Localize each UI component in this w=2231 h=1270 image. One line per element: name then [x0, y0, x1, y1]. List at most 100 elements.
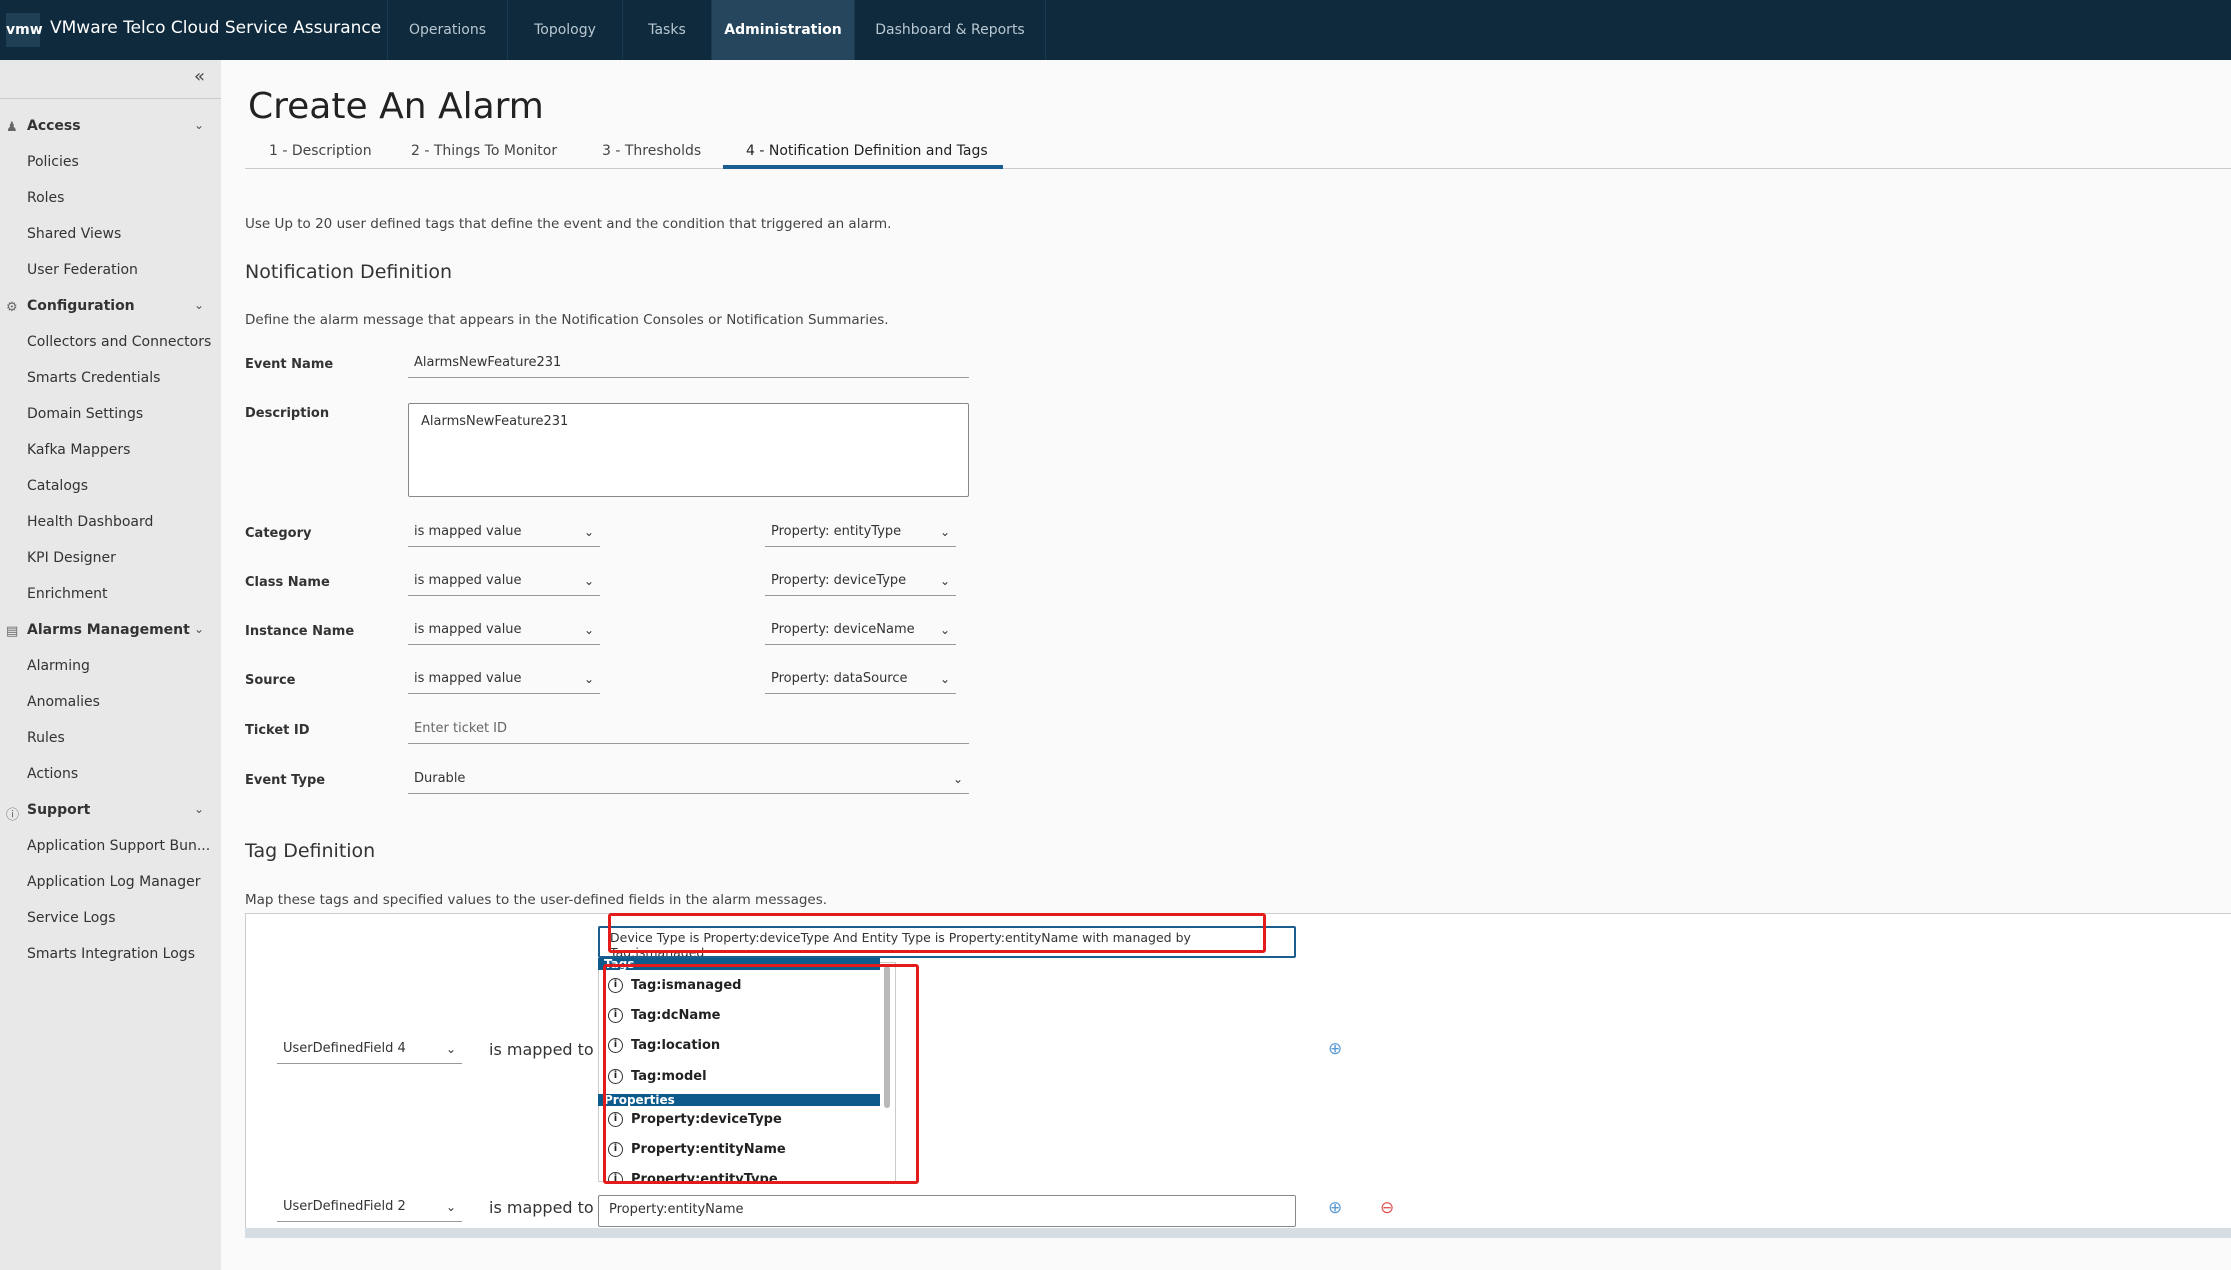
- chevron-down-icon: ⌄: [583, 623, 594, 637]
- sidebar-item[interactable]: KPI Designer: [27, 550, 116, 566]
- mapping-mode-select[interactable]: is mapped value ⌄: [408, 568, 600, 596]
- user-defined-field-select-1[interactable]: UserDefinedField 4 ⌄: [277, 1036, 462, 1064]
- tag-definition-desc: Map these tags and specified values to t…: [245, 892, 828, 908]
- chevron-down-icon[interactable]: ⌄: [194, 802, 204, 816]
- property-value: Property: dataSource: [771, 671, 908, 686]
- property-value: Property: entityType: [771, 524, 902, 539]
- property-select[interactable]: Property: deviceName ⌄: [765, 617, 956, 645]
- ticket-id-label: Ticket ID: [245, 723, 310, 738]
- tag-definition-heading: Tag Definition: [245, 840, 376, 862]
- chevron-down-icon[interactable]: ⌄: [194, 298, 204, 312]
- sidebar-item[interactable]: Enrichment: [27, 586, 108, 602]
- sidebar-item[interactable]: User Federation: [27, 262, 138, 278]
- sidebar-item[interactable]: Smarts Integration Logs: [27, 946, 195, 962]
- sidebar-item[interactable]: Roles: [27, 190, 64, 206]
- property-select[interactable]: Property: deviceType ⌄: [765, 568, 956, 596]
- chevron-down-icon[interactable]: ⌄: [194, 622, 204, 636]
- property-value: Property: deviceName: [771, 622, 915, 637]
- sidebar-item[interactable]: Kafka Mappers: [27, 442, 130, 458]
- event-name-input[interactable]: AlarmsNewFeature231: [408, 350, 969, 378]
- property-select[interactable]: Property: entityType ⌄: [765, 519, 956, 547]
- list-icon: ▤: [6, 624, 19, 639]
- event-type-select[interactable]: Durable ⌄: [408, 766, 969, 794]
- mode-value: is mapped value: [414, 524, 522, 539]
- sidebar-item[interactable]: Alarming: [27, 658, 90, 674]
- sidebar-item[interactable]: Rules: [27, 730, 65, 746]
- mapping-row-label: Instance Name: [245, 624, 355, 639]
- ticket-id-input[interactable]: Enter ticket ID: [408, 716, 969, 744]
- sidebar-item[interactable]: Application Log Manager: [27, 874, 201, 890]
- user-defined-field-select-2[interactable]: UserDefinedField 2 ⌄: [277, 1194, 462, 1222]
- sidebar-item[interactable]: Health Dashboard: [27, 514, 153, 530]
- event-type-label: Event Type: [245, 773, 326, 788]
- mapping-mode-select[interactable]: is mapped value ⌄: [408, 666, 600, 694]
- mode-value: is mapped value: [414, 573, 522, 588]
- collapse-sidebar-icon[interactable]: «: [194, 66, 205, 87]
- chevron-down-icon: ⌄: [939, 525, 950, 539]
- chevron-down-icon: ⌄: [952, 772, 963, 786]
- sidebar-item[interactable]: Service Logs: [27, 910, 116, 926]
- tab-notification-definition[interactable]: 4 - Notification Definition and Tags: [746, 143, 988, 159]
- notification-desc: Define the alarm message that appears in…: [245, 312, 889, 328]
- nav-tasks[interactable]: Tasks: [622, 0, 711, 60]
- sidebar-item[interactable]: Anomalies: [27, 694, 100, 710]
- top-navbar: vmw VMware Telco Cloud Service Assurance…: [0, 0, 2231, 60]
- mapping-mode-select[interactable]: is mapped value ⌄: [408, 519, 600, 547]
- chevron-down-icon: ⌄: [583, 574, 594, 588]
- user-icon: ♟: [6, 120, 18, 135]
- nav-administration[interactable]: Administration: [711, 0, 854, 60]
- notification-heading: Notification Definition: [245, 261, 453, 283]
- sidebar-item[interactable]: Catalogs: [27, 478, 88, 494]
- app-title: VMware Telco Cloud Service Assurance: [50, 18, 382, 38]
- field-value: UserDefinedField 4: [283, 1041, 406, 1056]
- sidebar-item[interactable]: Actions: [27, 766, 78, 782]
- mapping-mode-select[interactable]: is mapped value ⌄: [408, 617, 600, 645]
- mode-value: is mapped value: [414, 622, 522, 637]
- mapping-row-label: Category: [245, 526, 312, 541]
- vmware-logo: vmw: [6, 13, 43, 47]
- sidebar-item[interactable]: Policies: [27, 154, 79, 170]
- help-icon: ⓘ: [6, 808, 20, 823]
- sidebar-item[interactable]: Shared Views: [27, 226, 121, 242]
- field-value: UserDefinedField 2: [283, 1199, 406, 1214]
- nav-dashboard-reports[interactable]: Dashboard & Reports: [854, 0, 1046, 60]
- tab-thresholds[interactable]: 3 - Thresholds: [602, 143, 701, 159]
- chevron-down-icon: ⌄: [939, 623, 950, 637]
- sidebar-item[interactable]: Smarts Credentials: [27, 370, 160, 386]
- page-title: Create An Alarm: [248, 86, 544, 127]
- horizontal-scrollbar[interactable]: [245, 1228, 2231, 1238]
- highlight-box: [603, 964, 919, 1184]
- sidebar-group-2[interactable]: Alarms Management: [27, 622, 190, 638]
- event-name-label: Event Name: [245, 357, 334, 372]
- chevron-down-icon: ⌄: [583, 525, 594, 539]
- description-label: Description: [245, 406, 330, 421]
- add-row-icon[interactable]: ⊕: [1328, 1039, 1342, 1059]
- chevron-down-icon: ⌄: [583, 672, 594, 686]
- highlight-box: [608, 913, 1266, 953]
- description-textarea[interactable]: AlarmsNewFeature231: [408, 403, 969, 497]
- nav-topology[interactable]: Topology: [507, 0, 622, 60]
- is-mapped-to-label: is mapped to: [489, 1198, 594, 1217]
- divider: [0, 98, 221, 99]
- sidebar-group-1[interactable]: Configuration: [27, 298, 135, 314]
- chevron-down-icon: ⌄: [939, 574, 950, 588]
- property-select[interactable]: Property: dataSource ⌄: [765, 666, 956, 694]
- property-value: Property: deviceType: [771, 573, 907, 588]
- mapping-row-label: Class Name: [245, 575, 330, 590]
- mapping-textarea-2[interactable]: Property:entityName: [598, 1195, 1296, 1227]
- tab-divider: [245, 168, 2231, 169]
- tab-description[interactable]: 1 - Description: [269, 143, 372, 159]
- is-mapped-to-label: is mapped to: [489, 1040, 594, 1059]
- active-tab-indicator: [723, 165, 1003, 169]
- tag-mapping-panel: [245, 913, 2231, 1238]
- add-row-icon[interactable]: ⊕: [1328, 1198, 1342, 1218]
- sidebar-item[interactable]: Domain Settings: [27, 406, 143, 422]
- tab-things-to-monitor[interactable]: 2 - Things To Monitor: [411, 143, 557, 159]
- remove-row-icon[interactable]: ⊖: [1380, 1198, 1394, 1218]
- nav-operations[interactable]: Operations: [387, 0, 507, 60]
- sidebar-item[interactable]: Application Support Bun...: [27, 838, 210, 854]
- sidebar-group-3[interactable]: Support: [27, 802, 90, 818]
- sidebar-group-0[interactable]: Access: [27, 118, 81, 134]
- chevron-down-icon[interactable]: ⌄: [194, 118, 204, 132]
- sidebar-item[interactable]: Collectors and Connectors: [27, 334, 211, 350]
